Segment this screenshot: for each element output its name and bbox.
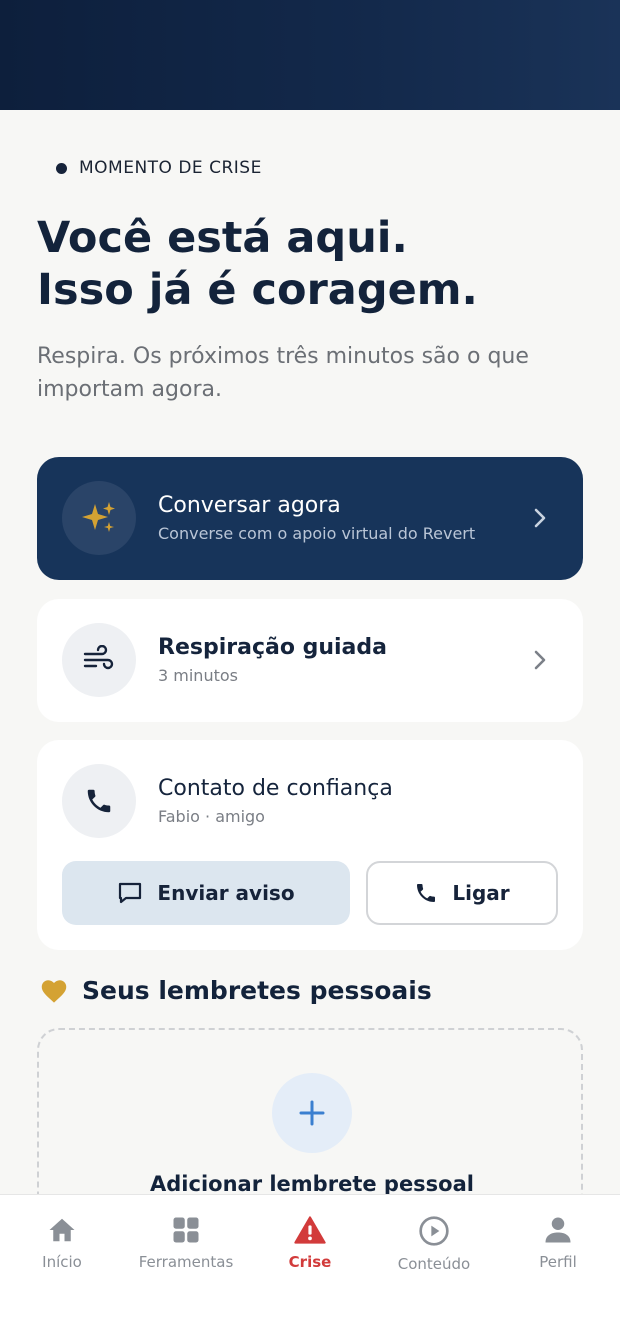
chat-icon-circle — [62, 481, 136, 555]
nav-label-content: Conteúdo — [397, 1255, 471, 1273]
nav-label-tools: Ferramentas — [138, 1253, 234, 1271]
contact-card-title: Contato de confiança — [158, 776, 393, 801]
home-icon — [49, 1218, 75, 1242]
play-circle-icon — [419, 1216, 449, 1246]
trusted-contact-card: Contato de confiança Fabio · amigo Envia… — [37, 740, 583, 950]
call-button[interactable]: Ligar — [366, 861, 558, 925]
nav-item-crisis[interactable]: Crise — [248, 1215, 372, 1271]
contact-icon-circle — [62, 764, 136, 838]
nav-item-home[interactable]: Início — [0, 1215, 124, 1271]
reminders-section-title: Seus lembretes pessoais — [40, 976, 432, 1005]
title-line-2: Isso já é coragem. — [37, 265, 478, 315]
nav-item-profile[interactable]: Perfil — [496, 1215, 620, 1271]
add-reminder-box[interactable]: Adicionar lembrete pessoal — [37, 1028, 583, 1194]
message-icon — [119, 882, 142, 904]
sparkles-icon — [82, 502, 115, 532]
chevron-right-icon — [534, 508, 546, 528]
warning-icon — [294, 1216, 326, 1244]
main-content: MOMENTO DE CRISE Você está aqui. Isso já… — [0, 110, 620, 1194]
call-label: Ligar — [452, 881, 510, 905]
nav-item-tools[interactable]: Ferramentas — [124, 1215, 248, 1271]
page-subtitle: Respira. Os próximos três minutos são o … — [37, 344, 529, 402]
chat-card-title: Conversar agora — [158, 493, 341, 518]
bottom-nav: Início Ferramentas Crise Conteúdo Perfil — [0, 1194, 620, 1342]
send-alert-button[interactable]: Enviar aviso — [62, 861, 350, 925]
wind-icon — [83, 645, 114, 670]
breathing-icon-circle — [62, 623, 136, 697]
add-reminder-label: Adicionar lembrete pessoal — [150, 1172, 474, 1194]
send-alert-label: Enviar aviso — [157, 881, 295, 905]
phone-icon — [87, 789, 111, 813]
grid-icon — [173, 1217, 199, 1243]
breathing-card-title: Respiração guiada — [158, 635, 387, 660]
person-icon — [545, 1217, 571, 1243]
crisis-eyebrow: MOMENTO DE CRISE — [56, 158, 262, 178]
guided-breathing-card[interactable]: Respiração guiada 3 minutos — [37, 599, 583, 722]
top-banner — [0, 0, 620, 110]
reminders-title: Seus lembretes pessoais — [82, 976, 432, 1005]
contact-card-subtitle: Fabio · amigo — [158, 807, 265, 826]
nav-label-home: Início — [42, 1253, 82, 1271]
nav-label-profile: Perfil — [539, 1253, 577, 1271]
eyebrow-label: MOMENTO DE CRISE — [79, 158, 262, 178]
chat-card-subtitle: Converse com o apoio virtual do Revert — [158, 524, 476, 543]
chat-now-card[interactable]: Conversar agora Converse com o apoio vir… — [37, 457, 583, 580]
page-title: Você está aqui. Isso já é coragem. — [37, 212, 597, 316]
bullet-dot — [56, 162, 67, 174]
title-line-1: Você está aqui. — [37, 213, 408, 263]
heart-icon — [41, 979, 67, 1003]
plus-icon — [299, 1100, 325, 1126]
breathing-card-subtitle: 3 minutos — [158, 666, 238, 685]
nav-item-content[interactable]: Conteúdo — [372, 1215, 496, 1273]
add-reminder-circle[interactable] — [272, 1073, 352, 1153]
chevron-right-icon — [534, 650, 546, 670]
nav-label-crisis: Crise — [288, 1253, 332, 1271]
phone-icon — [417, 884, 436, 902]
